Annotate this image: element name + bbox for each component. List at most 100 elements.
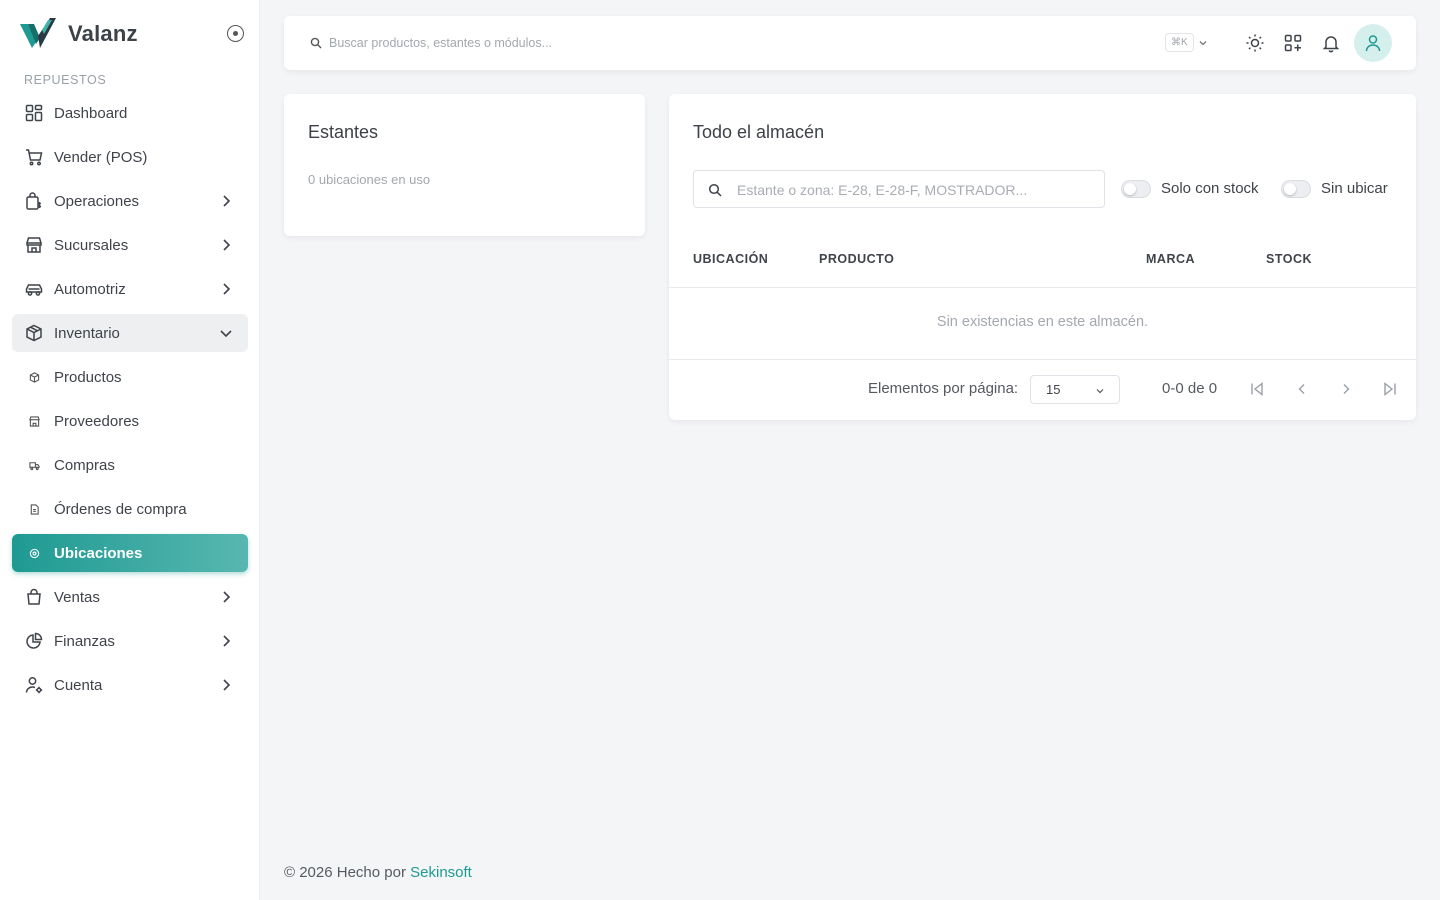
chevron-right-icon	[223, 239, 231, 251]
column-header-brand[interactable]: MARCA	[1146, 252, 1195, 266]
location-search-input[interactable]	[737, 180, 1087, 200]
footer-link-sekinsoft[interactable]: Sekinsoft	[410, 864, 472, 881]
sidebar-item-label: Finanzas	[54, 632, 115, 650]
last-page-icon	[1384, 382, 1396, 396]
footer: © 2026 Hecho por Sekinsoft	[284, 864, 472, 881]
warehouse-title: Todo el almacén	[693, 122, 825, 142]
sidebar-item-label: Inventario	[54, 324, 120, 342]
sidebar-pin-icon[interactable]	[227, 25, 244, 42]
unplaced-label: Sin ubicar	[1321, 180, 1388, 197]
sidebar-nav: Dashboard Vender (POS) Operaciones Sucur…	[12, 94, 248, 710]
search-icon	[310, 37, 322, 49]
brand-name: Valanz	[68, 21, 138, 46]
previous-page-button[interactable]	[1292, 379, 1312, 399]
column-header-product[interactable]: PRODUCTO	[819, 252, 894, 266]
empty-state-message: Sin existencias en este almacén.	[936, 314, 1149, 330]
chevron-right-icon	[223, 635, 231, 647]
warehouse-card: Todo el almacén Solo con stock Sin ubica…	[669, 94, 1416, 420]
search-icon	[708, 183, 722, 197]
sidebar-item-label: Compras	[54, 456, 115, 474]
sidebar-item-label: Productos	[54, 368, 122, 386]
sidebar-item-productos[interactable]: Productos	[12, 358, 248, 396]
apps-grid-icon	[1284, 34, 1302, 52]
shopping-bag-icon	[24, 587, 44, 607]
location-icon	[24, 543, 44, 563]
items-per-page-select[interactable]: 15	[1030, 375, 1120, 404]
sidebar-item-label: Vender (POS)	[54, 148, 148, 166]
sidebar-item-label: Dashboard	[54, 104, 128, 122]
sidebar: Valanz REPUESTOS Dashboard Vender (POS) …	[0, 0, 260, 900]
supplier-icon	[24, 411, 44, 431]
only-stock-label: Solo con stock	[1161, 180, 1259, 197]
sidebar-section-label: REPUESTOS	[24, 73, 107, 87]
sun-icon	[1246, 34, 1264, 52]
sidebar-item-label: Proveedores	[54, 412, 140, 430]
user-icon	[1365, 35, 1381, 52]
sidebar-item-ubicaciones[interactable]: Ubicaciones	[12, 534, 248, 572]
cart-icon	[24, 147, 44, 167]
last-page-button[interactable]	[1380, 379, 1400, 399]
avatar[interactable]	[1354, 24, 1392, 62]
column-header-location[interactable]: UBICACIÓN	[693, 252, 768, 266]
items-per-page-label: Elementos por página:	[868, 380, 1019, 397]
search-shortcut-badge: ⌘K	[1165, 33, 1194, 52]
sidebar-item-sucursales[interactable]: Sucursales	[12, 226, 248, 264]
sidebar-item-ventas[interactable]: Ventas	[12, 578, 248, 616]
topbar: ⌘K	[284, 16, 1416, 70]
shelves-subtitle: 0 ubicaciones en uso	[308, 172, 431, 187]
dashboard-icon	[24, 103, 44, 123]
product-icon	[24, 367, 44, 387]
next-page-button[interactable]	[1336, 379, 1356, 399]
chevron-right-icon	[223, 591, 231, 603]
brand: Valanz	[20, 17, 248, 51]
unplaced-toggle[interactable]	[1281, 180, 1311, 198]
sidebar-item-label: Automotriz	[54, 280, 126, 298]
sidebar-item-dashboard[interactable]: Dashboard	[12, 94, 248, 132]
pie-chart-icon	[24, 631, 44, 651]
chevron-right-icon	[223, 679, 231, 691]
column-header-stock[interactable]: STOCK	[1266, 252, 1312, 266]
shelves-title: Estantes	[308, 122, 379, 142]
truck-icon	[24, 455, 44, 475]
sidebar-item-vender-pos[interactable]: Vender (POS)	[12, 138, 248, 176]
sidebar-item-operaciones[interactable]: Operaciones	[12, 182, 248, 220]
car-icon	[24, 279, 44, 299]
chevron-down-icon[interactable]	[1197, 37, 1209, 49]
first-page-button[interactable]	[1247, 379, 1267, 399]
chevron-right-icon	[223, 283, 231, 295]
brand-logo-icon	[20, 18, 56, 48]
sidebar-item-label: Ubicaciones	[54, 544, 143, 562]
sidebar-item-inventario[interactable]: Inventario	[12, 314, 248, 352]
global-search-input[interactable]	[329, 33, 929, 53]
sidebar-item-label: Operaciones	[54, 192, 140, 210]
sidebar-item-proveedores[interactable]: Proveedores	[12, 402, 248, 440]
apps-button[interactable]	[1282, 32, 1304, 54]
operations-icon	[24, 191, 44, 211]
items-per-page-value: 15	[1046, 382, 1061, 397]
bell-icon	[1322, 36, 1340, 53]
pagination-range: 0-0 de 0	[1162, 380, 1218, 397]
box-icon	[24, 323, 44, 343]
location-search	[693, 170, 1105, 208]
sidebar-item-compras[interactable]: Compras	[12, 446, 248, 484]
only-stock-toggle[interactable]	[1121, 180, 1151, 198]
chevron-right-icon	[1343, 384, 1350, 394]
notifications-button[interactable]	[1320, 32, 1342, 54]
table-divider	[669, 287, 1416, 288]
document-icon	[24, 499, 44, 519]
footer-text: © 2026 Hecho por	[284, 864, 406, 881]
theme-toggle-button[interactable]	[1244, 32, 1266, 54]
shelves-card: Estantes 0 ubicaciones en uso	[284, 94, 645, 236]
chevron-right-icon	[223, 195, 231, 207]
sidebar-item-label: Cuenta	[54, 676, 103, 694]
chevron-down-icon	[1096, 389, 1104, 394]
sidebar-item-automotriz[interactable]: Automotriz	[12, 270, 248, 308]
chevron-left-icon	[1298, 384, 1305, 394]
sidebar-item-label: Sucursales	[54, 236, 129, 254]
chevron-down-icon	[220, 330, 232, 338]
sidebar-item-cuenta[interactable]: Cuenta	[12, 666, 248, 704]
store-icon	[24, 235, 44, 255]
sidebar-item-ordenes-de-compra[interactable]: Órdenes de compra	[12, 490, 248, 528]
sidebar-item-finanzas[interactable]: Finanzas	[12, 622, 248, 660]
sidebar-item-label: Ventas	[54, 588, 100, 606]
